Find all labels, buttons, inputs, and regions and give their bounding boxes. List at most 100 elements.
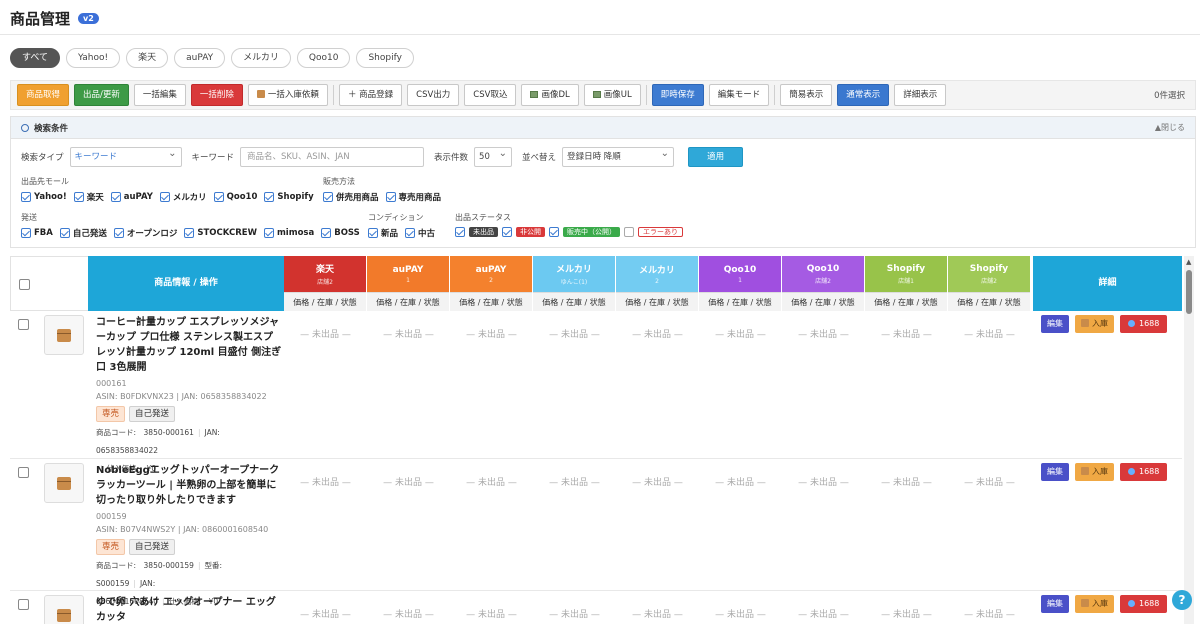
sales-exclusive-checkbox[interactable]: 専売用商品 xyxy=(385,191,441,203)
status-private-checkbox[interactable] xyxy=(502,227,512,237)
vertical-scrollbar[interactable]: ▲ xyxy=(1184,256,1194,624)
keyword-input[interactable]: 商品名、SKU、ASIN、JAN xyxy=(240,147,425,167)
mall-rakuten-checkbox[interactable]: 楽天 xyxy=(73,191,104,203)
save-now-button[interactable]: 即時保存 xyxy=(651,84,704,106)
bulk-delete-button[interactable]: 一括削除 xyxy=(190,84,243,106)
listing-status-cell[interactable]: — 未出品 — xyxy=(865,327,948,340)
stock-in-button[interactable]: 入庫 xyxy=(1075,315,1114,333)
search-type-select[interactable]: キーワード xyxy=(69,145,182,167)
listing-status-cell[interactable]: — 未出品 — xyxy=(699,475,782,488)
edit-mode-button[interactable]: 編集モード xyxy=(708,84,770,106)
edit-button[interactable]: 編集 xyxy=(1041,463,1069,481)
edit-button[interactable]: 編集 xyxy=(1041,595,1069,613)
tab-all[interactable]: すべて xyxy=(10,48,61,68)
scroll-up-icon[interactable]: ▲ xyxy=(1186,258,1191,266)
ship-mimosa-checkbox[interactable]: mimosa xyxy=(263,228,314,238)
image-download-button[interactable]: 画像DL xyxy=(521,84,579,106)
listing-status-cell[interactable]: — 未出品 — xyxy=(782,607,865,620)
mall-qoo10-checkbox[interactable]: Qoo10 xyxy=(213,192,257,202)
bulk-stock-request-button[interactable]: 一括入庫依頼 xyxy=(247,84,328,106)
source-1688-button[interactable]: 1688 xyxy=(1120,315,1168,333)
image-upload-button[interactable]: 画像UL xyxy=(583,84,641,106)
listing-status-cell[interactable]: — 未出品 — xyxy=(284,475,367,488)
help-icon[interactable]: ? xyxy=(1172,590,1192,610)
mall-aupay-checkbox[interactable]: auPAY xyxy=(110,192,153,202)
listing-status-cell[interactable]: — 未出品 — xyxy=(948,327,1031,340)
mall-mercari-checkbox[interactable]: メルカリ xyxy=(159,191,207,203)
listing-status-cell[interactable]: — 未出品 — xyxy=(450,607,533,620)
cond-used-checkbox[interactable]: 中古 xyxy=(405,227,435,239)
listing-status-cell[interactable]: — 未出品 — xyxy=(533,327,616,340)
tab-shopify[interactable]: Shopify xyxy=(356,48,414,68)
normal-view-button[interactable]: 通常表示 xyxy=(837,84,890,106)
listing-status-cell[interactable]: — 未出品 — xyxy=(782,327,865,340)
search-panel-header[interactable]: 検索条件 ▲閉じる xyxy=(11,117,1195,139)
product-thumbnail[interactable] xyxy=(44,463,84,503)
listing-status-cell[interactable]: — 未出品 — xyxy=(699,327,782,340)
listing-status-cell[interactable]: — 未出品 — xyxy=(948,607,1031,620)
csv-import-button[interactable]: CSV取込 xyxy=(464,84,517,106)
listing-status-cell[interactable]: — 未出品 — xyxy=(284,327,367,340)
sort-select[interactable]: 登録日時 降順 xyxy=(562,145,675,167)
product-name[interactable]: コーヒー計量カップ エスプレッソメジャーカップ プロ仕様 ステンレス製エスプレッ… xyxy=(96,315,282,375)
listing-status-cell[interactable]: — 未出品 — xyxy=(865,607,948,620)
collapse-search-button[interactable]: ▲閉じる xyxy=(1155,122,1185,133)
sales-shared-checkbox[interactable]: 併売用商品 xyxy=(323,191,379,203)
detail-view-button[interactable]: 詳細表示 xyxy=(894,84,947,106)
status-error-checkbox[interactable] xyxy=(624,227,634,237)
bulk-edit-button[interactable]: 一括編集 xyxy=(133,84,186,106)
product-name[interactable]: NobleEggエッグトッパーオープナークラッカーツール | 半熟卵の上部を簡単… xyxy=(96,463,282,508)
product-thumbnail[interactable] xyxy=(44,315,84,355)
ship-fba-checkbox[interactable]: FBA xyxy=(21,228,53,238)
listing-status-cell[interactable]: — 未出品 — xyxy=(367,327,450,340)
listing-status-cell[interactable]: — 未出品 — xyxy=(865,475,948,488)
ship-boss-checkbox[interactable]: BOSS xyxy=(321,228,360,238)
listing-status-cell[interactable]: — 未出品 — xyxy=(450,475,533,488)
scrollbar-thumb[interactable] xyxy=(1186,270,1192,314)
stock-in-button[interactable]: 入庫 xyxy=(1075,595,1114,613)
listing-status-cell[interactable]: — 未出品 — xyxy=(782,475,865,488)
apply-button[interactable]: 適用 xyxy=(688,147,744,167)
tab-aupay[interactable]: auPAY xyxy=(174,48,226,68)
ship-openlogi-checkbox[interactable]: オープンロジ xyxy=(113,227,177,239)
cond-new-checkbox[interactable]: 新品 xyxy=(368,227,398,239)
listing-status-cell[interactable]: — 未出品 — xyxy=(948,475,1031,488)
ship-self-checkbox[interactable]: 自己発送 xyxy=(59,227,107,239)
tab-yahoo[interactable]: Yahoo! xyxy=(66,48,121,68)
csv-export-button[interactable]: CSV出力 xyxy=(407,84,460,106)
listing-status-cell[interactable]: — 未出品 — xyxy=(450,327,533,340)
listing-status-cell[interactable]: — 未出品 — xyxy=(616,607,699,620)
stock-in-button[interactable]: 入庫 xyxy=(1075,463,1114,481)
edit-button[interactable]: 編集 xyxy=(1041,315,1069,333)
page-size-select[interactable]: 50 xyxy=(474,145,513,167)
listing-status-cell[interactable]: — 未出品 — xyxy=(284,607,367,620)
source-1688-button[interactable]: 1688 xyxy=(1120,463,1168,481)
listing-status-cell[interactable]: — 未出品 — xyxy=(533,475,616,488)
source-1688-button[interactable]: 1688 xyxy=(1120,595,1168,613)
listing-status-cell[interactable]: — 未出品 — xyxy=(699,607,782,620)
listing-status-cell[interactable]: — 未出品 — xyxy=(616,327,699,340)
listing-status-cell[interactable]: — 未出品 — xyxy=(367,475,450,488)
listing-status-cell[interactable]: — 未出品 — xyxy=(616,475,699,488)
tab-qoo10[interactable]: Qoo10 xyxy=(296,48,351,68)
simple-view-button[interactable]: 簡易表示 xyxy=(780,84,833,106)
select-all-checkbox[interactable] xyxy=(19,279,30,290)
publish-update-button[interactable]: 出品/更新 xyxy=(74,84,129,106)
mall-shopify-checkbox[interactable]: Shopify xyxy=(264,192,314,202)
globe-icon xyxy=(1128,600,1135,607)
status-unlisted-checkbox[interactable] xyxy=(455,227,465,237)
fetch-products-button[interactable]: 商品取得 xyxy=(17,84,70,106)
row-checkbox[interactable] xyxy=(18,599,29,610)
row-checkbox[interactable] xyxy=(18,467,29,478)
status-selling-checkbox[interactable] xyxy=(549,227,559,237)
product-thumbnail[interactable] xyxy=(44,595,84,624)
row-checkbox[interactable] xyxy=(18,319,29,330)
tab-rakuten[interactable]: 楽天 xyxy=(126,48,169,68)
ship-stockcrew-checkbox[interactable]: STOCKCREW xyxy=(184,228,257,238)
product-name[interactable]: ゆで卵 穴あけ エッグオープナー エッグカッタ xyxy=(96,595,282,624)
register-product-button[interactable]: ＋ 商品登録 xyxy=(338,84,403,106)
listing-status-cell[interactable]: — 未出品 — xyxy=(367,607,450,620)
mall-yahoo-checkbox[interactable]: Yahoo! xyxy=(21,192,67,202)
listing-status-cell[interactable]: — 未出品 — xyxy=(533,607,616,620)
tab-mercari[interactable]: メルカリ xyxy=(231,48,291,68)
